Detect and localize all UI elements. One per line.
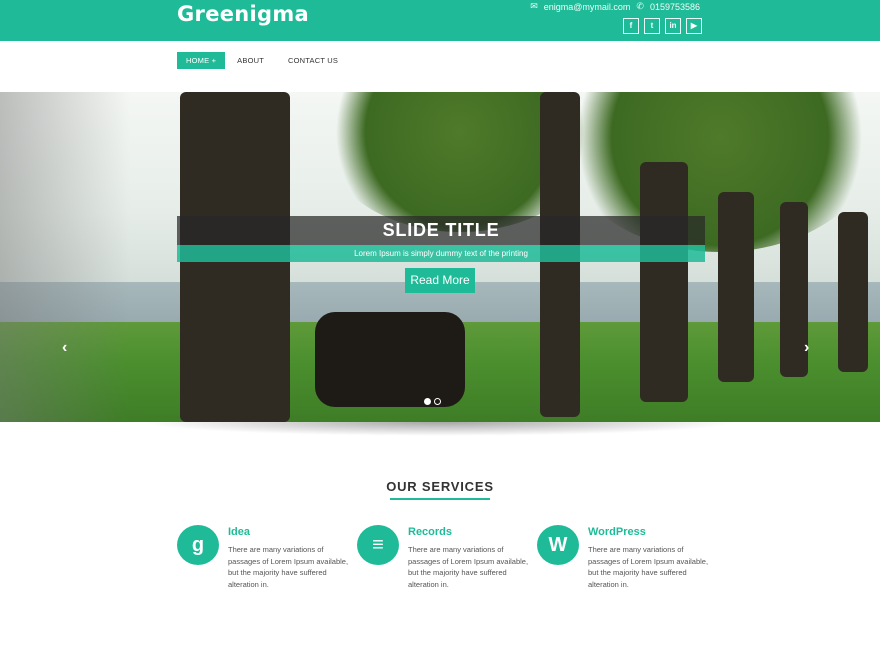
service-title[interactable]: WordPress	[588, 526, 646, 538]
service-description: There are many variations of passages of…	[588, 545, 709, 589]
nav-item-about[interactable]: ABOUT	[225, 52, 276, 69]
services-underline	[390, 498, 490, 500]
site-logo[interactable]: Greenigma	[177, 2, 309, 26]
twitter-icon[interactable]: t	[644, 18, 660, 34]
slide-fade	[0, 92, 130, 422]
nav-item-contact[interactable]: CONTACT US	[276, 52, 350, 69]
slide-carriage	[315, 312, 465, 407]
slider-pagination	[424, 398, 441, 405]
slide-subtitle: Lorem Ipsum is simply dummy text of the …	[177, 245, 705, 262]
nav-item-home[interactable]: HOME +	[177, 52, 226, 69]
google-icon: g	[177, 525, 219, 565]
main-nav: HOME + ABOUT CONTACT US	[177, 52, 350, 69]
wordpress-icon: W	[537, 525, 579, 565]
slide-title: SLIDE TITLE	[177, 216, 705, 245]
slider-dot[interactable]	[424, 398, 431, 405]
facebook-icon[interactable]: f	[623, 18, 639, 34]
slider-shadow	[140, 422, 740, 436]
slider-prev-button[interactable]: ‹	[62, 339, 67, 357]
read-more-button[interactable]: Read More	[405, 268, 475, 293]
contact-email[interactable]: enigma@mymail.com	[544, 2, 631, 12]
service-description: There are many variations of passages of…	[408, 545, 529, 589]
slider-dot[interactable]	[434, 398, 441, 405]
slide-tree	[640, 162, 688, 402]
contact-phone: 0159753586	[649, 1, 700, 12]
slide-caption: SLIDE TITLE Lorem Ipsum is simply dummy …	[177, 216, 705, 262]
envelope-icon: ✉	[530, 1, 538, 11]
slide-tree	[838, 212, 868, 372]
phone-icon: ✆	[636, 1, 644, 11]
services-heading: OUR SERVICES	[386, 479, 494, 494]
slider-next-button[interactable]: ›	[804, 339, 809, 357]
contact-info: ✉ enigma@mymail.com ✆ 0159753586	[530, 1, 700, 12]
database-icon: ≡	[357, 525, 399, 565]
service-title[interactable]: Records	[408, 526, 452, 538]
youtube-icon[interactable]: ▶	[686, 18, 702, 34]
service-title[interactable]: Idea	[228, 526, 250, 538]
linkedin-icon[interactable]: in	[665, 18, 681, 34]
social-links: f t in ▶	[623, 18, 702, 34]
slide-tree	[718, 192, 754, 382]
top-bar: Greenigma ✉ enigma@mymail.com ✆ 01597535…	[0, 0, 880, 41]
service-description: There are many variations of passages of…	[228, 545, 349, 589]
